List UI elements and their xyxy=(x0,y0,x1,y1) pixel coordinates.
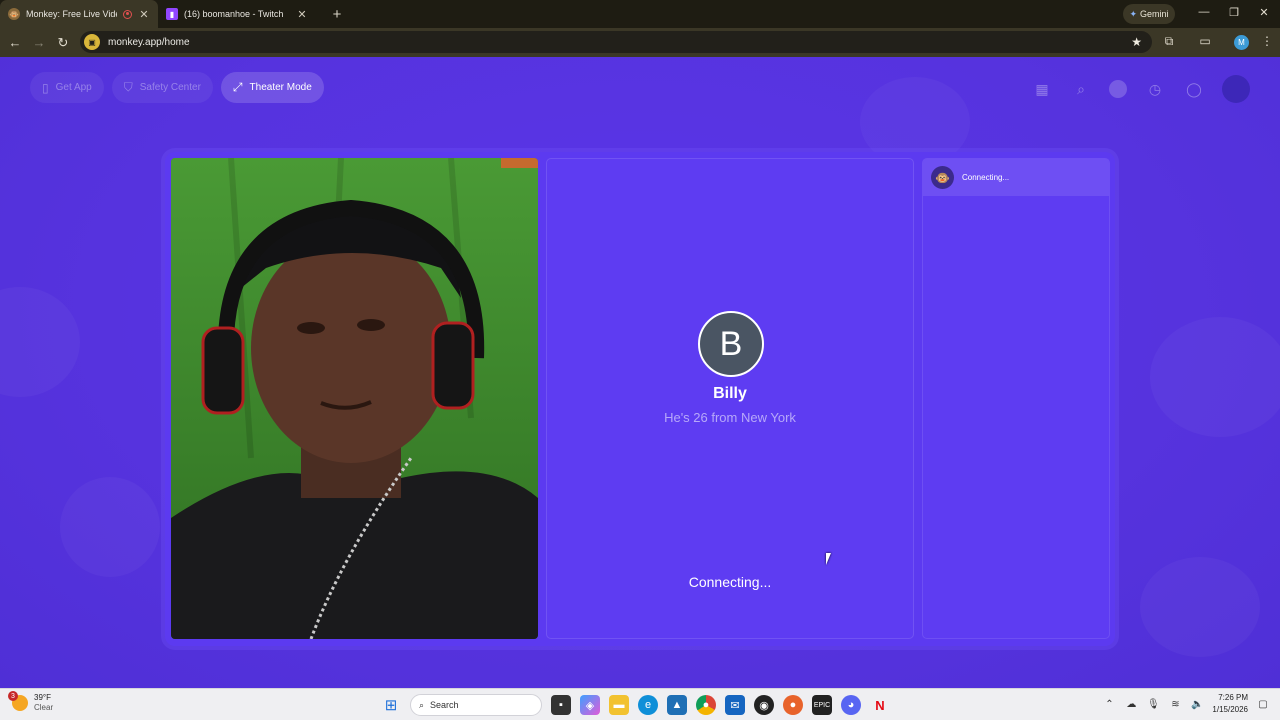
menu-icon[interactable]: ⋮ xyxy=(1258,34,1276,48)
tab-twitch[interactable]: ▮ (16) boomanhoe - Twitch ✕ xyxy=(158,0,316,28)
gemini-label: Gemini xyxy=(1140,9,1169,19)
firefox-icon[interactable]: ● xyxy=(783,695,803,715)
self-camera-video xyxy=(171,158,538,639)
monkey-page: ▯ Get App ⛉ Safety Center ⤢ Theater Mode… xyxy=(0,57,1280,688)
weather-temp: 39°F xyxy=(34,693,51,702)
right-nav: ▦ ⌕ ◷ ◯ xyxy=(1031,75,1250,103)
peer-panel: B Billy He's 26 from New York Connecting… xyxy=(546,158,914,639)
onedrive-icon[interactable]: ☁ xyxy=(1124,699,1138,710)
background-blob xyxy=(1140,557,1260,657)
bookmark-star-icon[interactable]: ★ xyxy=(1131,35,1142,49)
windows-start-icon[interactable]: ⊞ xyxy=(381,695,401,715)
close-tab-icon[interactable]: ✕ xyxy=(138,8,150,21)
peer-avatar: B xyxy=(698,311,764,377)
video-chat-stage: B Billy He's 26 from New York Connecting… xyxy=(165,152,1115,646)
mouse-cursor-icon xyxy=(826,553,834,565)
epic-games-icon[interactable]: EPIC xyxy=(812,695,832,715)
clock[interactable]: 7:26 PM 1/15/2026 xyxy=(1212,692,1248,716)
copilot-icon[interactable]: ◈ xyxy=(580,695,600,715)
outlook-icon[interactable]: ✉ xyxy=(725,695,745,715)
gemini-button[interactable]: ✦ Gemini xyxy=(1123,4,1175,24)
forward-icon[interactable]: → xyxy=(27,35,51,50)
wifi-icon[interactable]: ≋ xyxy=(1168,699,1182,710)
edge-icon[interactable]: e xyxy=(638,695,658,715)
monkey-icon: 🐵 xyxy=(931,166,954,189)
close-tab-icon[interactable]: ✕ xyxy=(296,8,308,21)
search-icon: ⌕ xyxy=(419,699,425,710)
background-blob xyxy=(0,287,80,397)
phone-icon: ▯ xyxy=(42,80,49,95)
weather-sun-icon: 3 xyxy=(8,691,28,711)
background-blob xyxy=(60,477,160,577)
taskbar: 3 39°F Clear ⊞ ⌕ Search ▪ ◈ ▬ e ▲ ● ✉ ◉ … xyxy=(0,688,1280,720)
chat-icon[interactable]: ◯ xyxy=(1183,78,1205,100)
obs-icon[interactable]: ◉ xyxy=(754,695,774,715)
close-window-icon[interactable]: ✕ xyxy=(1256,6,1272,19)
chrome-icon[interactable]: ● xyxy=(696,695,716,715)
search-placeholder: Search xyxy=(430,700,459,710)
discord-icon[interactable]: ◕ xyxy=(841,695,861,715)
tab-title: (16) boomanhoe - Twitch xyxy=(184,9,284,19)
sparkle-icon: ✦ xyxy=(1129,8,1138,19)
system-tray: ⌃ ☁ 🎙 ≋ 🔈 7:26 PM 1/15/2026 ▢ xyxy=(1102,692,1270,716)
reload-icon[interactable]: ↻ xyxy=(51,35,75,51)
chat-status-row: 🐵 Connecting... xyxy=(923,159,1109,196)
safety-center-button[interactable]: ⛉ Safety Center xyxy=(111,72,213,103)
history-icon[interactable]: ◷ xyxy=(1144,78,1166,100)
photos-icon[interactable]: ▲ xyxy=(667,695,687,715)
netflix-icon[interactable]: N xyxy=(870,695,890,715)
tab-search-icon[interactable]: ▭ xyxy=(1196,34,1214,48)
taskbar-search[interactable]: ⌕ Search xyxy=(410,694,542,716)
theater-mode-label: Theater Mode xyxy=(249,82,312,93)
chevron-up-icon[interactable]: ⌃ xyxy=(1102,699,1116,710)
tab-strip: 🐵 Monkey: Free Live Video Ch ✕ ▮ (16) bo… xyxy=(0,0,1280,28)
clock-date: 1/15/2026 xyxy=(1212,705,1248,714)
minimize-icon[interactable]: — xyxy=(1196,6,1212,18)
peer-name: Billy xyxy=(713,385,747,402)
top-nav: ▯ Get App ⛉ Safety Center ⤢ Theater Mode xyxy=(30,72,324,103)
new-tab-button[interactable]: + xyxy=(328,6,346,23)
notifications-icon[interactable]: ▢ xyxy=(1256,699,1270,710)
chat-panel: 🐵 Connecting... xyxy=(922,158,1110,639)
chat-status-text: Connecting... xyxy=(962,173,1010,182)
toolbar: ← → ↻ ▣ monkey.app/home ★ ⧉ ▭ M ⋮ xyxy=(0,28,1280,57)
address-bar[interactable]: ▣ monkey.app/home ★ xyxy=(80,31,1152,53)
microphone-icon[interactable]: 🎙 xyxy=(1146,699,1160,710)
store-icon[interactable]: ▦ xyxy=(1031,78,1053,100)
shield-icon: ⛉ xyxy=(123,80,133,94)
extensions-icon[interactable]: ⧉ xyxy=(1160,34,1178,49)
search-icon[interactable]: ⌕ xyxy=(1070,78,1092,100)
restore-icon[interactable]: ❐ xyxy=(1226,6,1242,19)
task-view-icon[interactable]: ▪ xyxy=(551,695,571,715)
tab-monkey[interactable]: 🐵 Monkey: Free Live Video Ch ✕ xyxy=(0,0,158,28)
friends-icon[interactable] xyxy=(1109,80,1127,98)
tab-title: Monkey: Free Live Video Ch xyxy=(26,9,117,19)
user-avatar[interactable] xyxy=(1222,75,1250,103)
safety-center-label: Safety Center xyxy=(139,82,201,93)
taskbar-apps: ⊞ ⌕ Search ▪ ◈ ▬ e ▲ ● ✉ ◉ ● EPIC ◕ N xyxy=(381,694,890,716)
file-explorer-icon[interactable]: ▬ xyxy=(609,695,629,715)
expand-icon: ⤢ xyxy=(232,80,243,94)
get-app-button[interactable]: ▯ Get App xyxy=(30,72,104,103)
recording-icon xyxy=(123,9,132,19)
connection-status: Connecting... xyxy=(688,574,772,590)
volume-icon[interactable]: 🔈 xyxy=(1190,699,1204,710)
clock-time: 7:26 PM xyxy=(1218,693,1248,702)
weather-widget[interactable]: 3 39°F Clear xyxy=(8,691,54,713)
twitch-favicon-icon: ▮ xyxy=(166,8,178,20)
theater-mode-button[interactable]: ⤢ Theater Mode xyxy=(220,72,324,103)
camera-feed xyxy=(171,158,538,639)
peer-description: He's 26 from New York xyxy=(664,410,796,425)
profile-avatar[interactable]: M xyxy=(1234,35,1249,50)
back-icon[interactable]: ← xyxy=(3,35,27,50)
background-blob xyxy=(1150,317,1280,437)
notification-badge: 3 xyxy=(8,691,18,701)
get-app-label: Get App xyxy=(55,82,92,93)
weather-desc: Clear xyxy=(34,703,54,712)
url-text: monkey.app/home xyxy=(108,36,190,48)
site-info-icon[interactable]: ▣ xyxy=(84,34,100,50)
monkey-favicon-icon: 🐵 xyxy=(8,8,20,20)
